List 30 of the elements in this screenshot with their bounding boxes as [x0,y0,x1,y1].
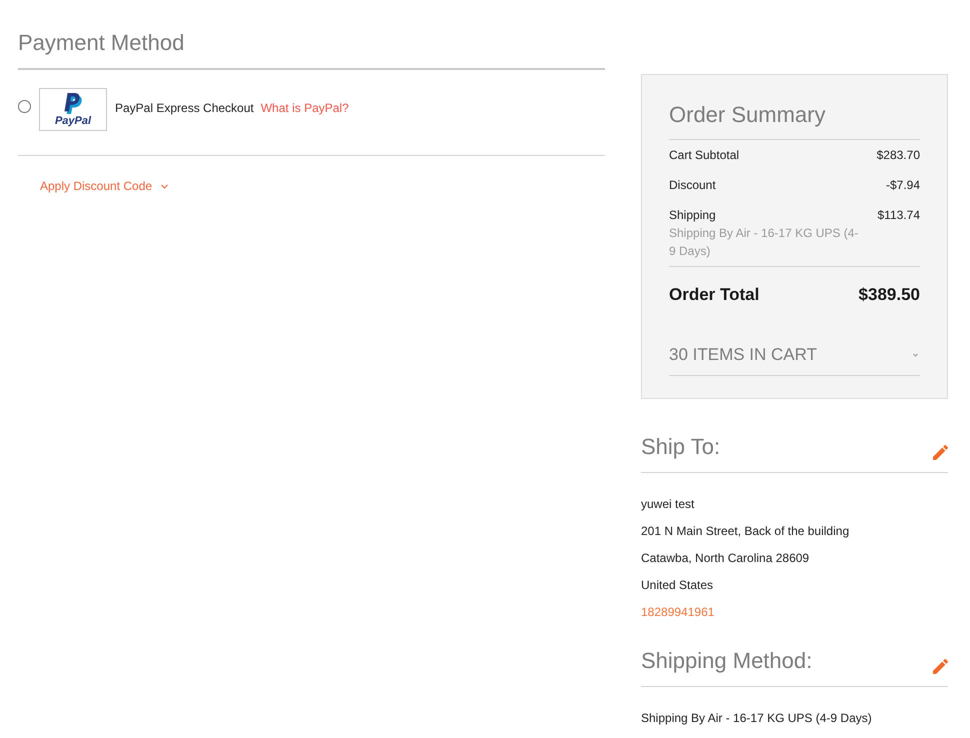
section-title: Ship To: [641,433,720,461]
edit-shipping-button[interactable] [933,659,948,674]
pencil-icon [933,445,948,460]
summary-label: Cart Subtotal [669,147,740,164]
address-line: United States [641,577,714,594]
pencil-icon [933,659,948,674]
shipping-detail: Shipping By Air - 16-17 KG UPS (4-9 Days) [669,225,860,260]
order-total-amount: $389.50 [858,284,920,306]
summary-amount: $113.74 [878,207,920,224]
summary-title: Order Summary [669,101,826,129]
summary-label: Shipping [669,207,717,224]
address-line: yuwei test [641,496,696,513]
phone-number: 18289941961 [641,604,716,621]
payment-radio[interactable] [18,100,31,113]
summary-amount: $283.70 [876,147,920,164]
section-title: Shipping Method: [641,647,812,675]
summary-amount: -$7.94 [886,177,920,194]
paypal-p-icon [64,92,82,114]
apply-discount-toggle[interactable]: Apply Discount Code [40,177,168,195]
logo-wordmark: PayPal [54,114,92,126]
what-is-paypal-link[interactable]: What is PayPal? [260,100,349,116]
summary-label: Discount [669,177,716,194]
items-in-cart-toggle[interactable]: 30 ITEMS IN CART [669,343,920,375]
shipping-method-text: Shipping By Air - 16-17 KG UPS (4-9 Days) [641,710,873,727]
order-total-label: Order Total [669,284,760,306]
edit-address-button[interactable] [933,445,948,460]
payment-option-label: PayPal Express Checkout [115,100,254,116]
address-line: 201 N Main Street, Back of the building [641,523,850,540]
address-line: Catawba, North Carolina 28609 [641,550,810,567]
section-title: Payment Method [18,29,186,57]
